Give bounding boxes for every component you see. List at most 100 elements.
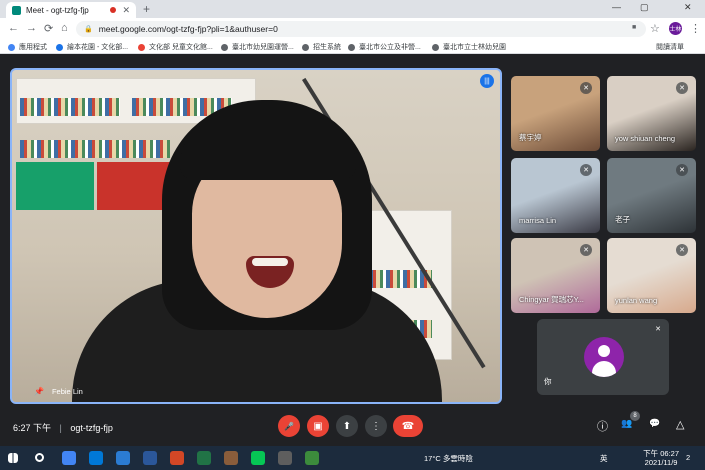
window-close-button[interactable]: ✕ bbox=[684, 2, 692, 13]
meeting-details-icon[interactable]: ⓘ bbox=[597, 418, 608, 434]
muted-mic-icon: ✕ bbox=[676, 164, 688, 176]
window-maximize-button[interactable]: ▢ bbox=[640, 2, 649, 13]
bookmark-favicon-icon bbox=[56, 43, 63, 51]
bookmark-favicon-icon bbox=[138, 43, 145, 51]
participant-name: 蔡宇婷 bbox=[519, 133, 542, 142]
participant-name: Chingyar 賀瑞芯Y... bbox=[519, 295, 584, 304]
bookmark-item[interactable]: 繪本花園 - 文化部... bbox=[56, 42, 128, 52]
bookmark-favicon-icon bbox=[302, 43, 309, 51]
browser-toolbar: ← → ⟳ ⌂ 🔒 meet.google.com/ogt-tzfg-fjp?p… bbox=[0, 18, 705, 40]
tab-meet[interactable]: Meet - ogt-tzfg-fjp ✕ bbox=[6, 2, 136, 18]
browser-tab-strip: Meet - ogt-tzfg-fjp ✕ + — ▢ ✕ bbox=[0, 0, 705, 18]
taskbar-app-icon[interactable] bbox=[170, 451, 184, 465]
people-icon[interactable]: 👥 bbox=[621, 418, 632, 429]
taskbar-app-icon[interactable] bbox=[116, 451, 130, 465]
participant-tile[interactable]: ✕ 蔡宇婷 bbox=[511, 76, 600, 151]
meeting-code: ogt-tzfg-fjp bbox=[70, 423, 113, 433]
browser-menu-icon[interactable]: ⋮ bbox=[690, 22, 701, 35]
more-options-button[interactable]: ⋮ bbox=[365, 415, 387, 437]
speaker-teeth bbox=[252, 258, 288, 266]
participant-tile[interactable]: ✕ marrisa Lin bbox=[511, 158, 600, 233]
muted-mic-icon: ✕ bbox=[580, 244, 592, 256]
reload-icon[interactable]: ⟳ bbox=[44, 22, 53, 35]
back-icon[interactable]: ← bbox=[8, 22, 19, 34]
participant-tile[interactable]: ✕ yow shiuan cheng bbox=[607, 76, 696, 151]
camera-off-icon: ▣ bbox=[313, 420, 323, 432]
notification-center-icon[interactable]: 2 bbox=[686, 453, 690, 462]
bookmark-favicon-icon bbox=[8, 43, 15, 51]
taskbar-app-icon[interactable] bbox=[305, 451, 319, 465]
profile-avatar[interactable]: 士林 bbox=[669, 22, 682, 35]
bookmark-item[interactable]: 臺北市立士林幼兒園 bbox=[432, 42, 506, 52]
participant-name: marrisa Lin bbox=[519, 216, 557, 225]
participant-name: 老子 bbox=[615, 215, 630, 224]
camera-icon[interactable]: ■ bbox=[632, 24, 636, 31]
new-tab-button[interactable]: + bbox=[143, 2, 150, 16]
taskbar-date: 2021/11/9 bbox=[644, 458, 678, 467]
meet-stage: ||| 📌 Febie Lin ✕ 蔡宇婷 ✕ yow shiuan cheng ✕ ma… bbox=[0, 54, 705, 446]
bookmark-item[interactable]: 文化部 兒童文化館... bbox=[138, 42, 213, 52]
bookmark-favicon-icon bbox=[221, 43, 228, 51]
main-speaker-tile[interactable]: ||| 📌 Febie Lin bbox=[10, 68, 502, 404]
bookmark-item[interactable]: 臺北市幼兒園運營... bbox=[221, 42, 294, 52]
main-speaker-name-label: Febie Lin bbox=[51, 387, 83, 396]
people-count-badge: 8 bbox=[630, 411, 640, 421]
bookmark-favicon-icon bbox=[348, 43, 355, 51]
mic-toggle-button[interactable]: 🎤 bbox=[278, 415, 300, 437]
books bbox=[20, 98, 120, 116]
leave-call-button[interactable]: ☎ bbox=[393, 415, 423, 437]
more-options-icon: ⋮ bbox=[371, 420, 381, 432]
tab-close-icon[interactable]: ✕ bbox=[122, 5, 130, 16]
taskbar-app-icon[interactable] bbox=[143, 451, 157, 465]
activities-icon[interactable]: △ bbox=[676, 418, 684, 431]
meet-favicon-icon bbox=[12, 5, 21, 15]
lock-icon[interactable]: 🔒 bbox=[84, 25, 93, 33]
chat-icon[interactable]: 💬 bbox=[649, 418, 660, 429]
speaking-indicator-icon: ||| bbox=[480, 74, 494, 88]
bookmark-item[interactable]: 應用程式 bbox=[8, 42, 47, 52]
taskbar-time: 下午 06:27 bbox=[643, 449, 679, 458]
meeting-info-separator: | bbox=[59, 423, 62, 433]
address-bar[interactable]: 🔒 meet.google.com/ogt-tzfg-fjp?pli=1&aut… bbox=[76, 21, 646, 37]
taskbar-app-icon[interactable] bbox=[89, 451, 103, 465]
forward-icon[interactable]: → bbox=[26, 22, 37, 34]
self-mute-icon: ✕ bbox=[655, 326, 661, 333]
ime-indicator[interactable]: 英 bbox=[600, 453, 608, 464]
self-avatar bbox=[584, 337, 624, 377]
reading-list-button[interactable]: 閱讀清單 bbox=[656, 42, 684, 52]
present-button[interactable]: ⬆ bbox=[336, 415, 358, 437]
pin-icon[interactable]: 📌 bbox=[34, 387, 44, 396]
present-icon: ⬆ bbox=[342, 420, 352, 432]
windows-start-icon[interactable] bbox=[8, 453, 18, 463]
window-minimize-button[interactable]: — bbox=[612, 2, 621, 12]
books bbox=[20, 140, 170, 158]
weather-widget[interactable]: 17°C 多雲時陰 bbox=[424, 453, 473, 464]
muted-mic-icon: ✕ bbox=[580, 82, 592, 94]
camera-toggle-button[interactable]: ▣ bbox=[307, 415, 329, 437]
self-tile[interactable]: ✕ 你 bbox=[537, 319, 669, 395]
windows-taskbar: 17°C 多雲時陰 英 下午 06:27 2021/11/9 2 bbox=[0, 446, 705, 470]
participant-tile[interactable]: ✕ Chingyar 賀瑞芯Y... bbox=[511, 238, 600, 313]
taskbar-clock[interactable]: 下午 06:27 2021/11/9 bbox=[643, 449, 679, 467]
url-text: meet.google.com/ogt-tzfg-fjp?pli=1&authu… bbox=[98, 24, 278, 34]
bookmark-label: 招生系統 bbox=[313, 44, 341, 51]
bookmarks-bar: 閱讀清單 應用程式 繪本花園 - 文化部... 文化部 兒童文化館... 臺北市幼兒園… bbox=[0, 40, 705, 54]
taskbar-app-icon[interactable] bbox=[224, 451, 238, 465]
bookmark-favicon-icon bbox=[432, 43, 439, 51]
green-shelf-box bbox=[16, 162, 94, 210]
hangup-icon: ☎ bbox=[401, 420, 415, 432]
taskbar-app-icon[interactable] bbox=[251, 451, 265, 465]
taskbar-app-icon[interactable] bbox=[278, 451, 292, 465]
taskbar-app-icon[interactable] bbox=[197, 451, 211, 465]
participant-tile[interactable]: ✕ yunlan wang bbox=[607, 238, 696, 313]
muted-mic-icon: ✕ bbox=[580, 164, 592, 176]
taskbar-search-icon[interactable] bbox=[35, 453, 44, 462]
taskbar-app-icon[interactable] bbox=[62, 451, 76, 465]
bookmark-item[interactable]: 招生系統 bbox=[302, 42, 341, 52]
bookmark-label: 臺北市立士林幼兒園 bbox=[443, 44, 506, 51]
main-speaker-name: 📌 Febie Lin bbox=[34, 387, 83, 396]
home-icon[interactable]: ⌂ bbox=[61, 22, 68, 34]
participant-tile[interactable]: ✕ 老子 bbox=[607, 158, 696, 233]
bookmark-item[interactable]: 臺北市公立及非營... bbox=[348, 42, 421, 52]
bookmark-star-icon[interactable]: ☆ bbox=[650, 22, 660, 35]
